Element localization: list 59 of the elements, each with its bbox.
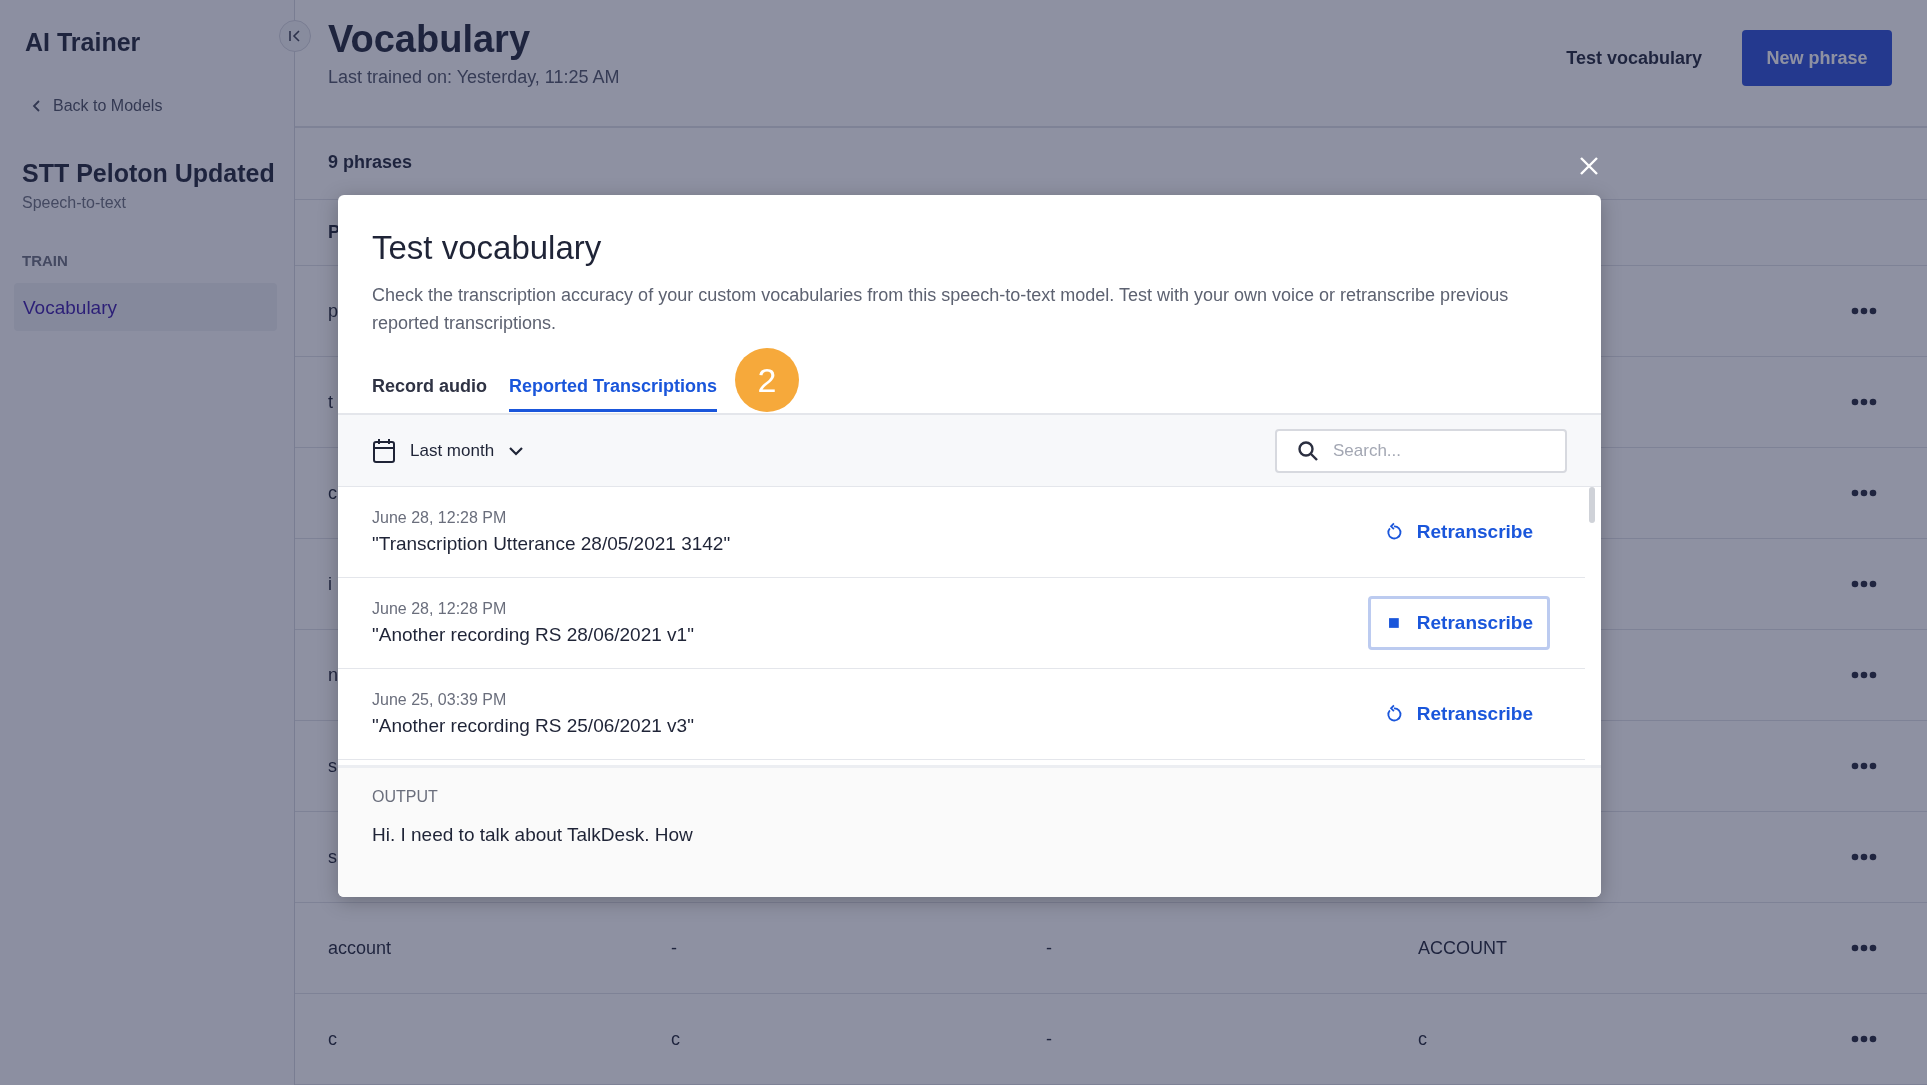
scrollbar-thumb[interactable] [1589,487,1595,523]
table-cell-text: ACCOUNT [1418,937,1508,959]
date-filter-dropdown[interactable]: Last month [372,437,525,464]
model-name: STT Peloton Updated [22,159,275,188]
more-icon [1851,671,1877,679]
model-type: Speech-to-text [22,194,127,212]
transcription-text: "Another recording RS 28/06/2021 v1" [372,624,694,646]
back-link[interactable]: Back to Models [32,97,163,115]
sidebar-item[interactable]: Vocabulary [14,283,277,331]
more-icon [1851,398,1877,406]
dialog-description: Check the transcription accuracy of your custom vocabularies from this speech-to-text model. Test with your own voice or retranscribe previous reported transcriptions. [372,284,1510,335]
close-icon [1579,156,1599,176]
chevron-down-icon [508,445,525,456]
table-cell-text: t [328,391,334,413]
more-icon [1851,944,1877,952]
table-cell-text: - [671,937,678,959]
table-cell-text: c [328,1028,338,1050]
table-cell-text: s [328,755,338,777]
collapse-icon [288,29,302,43]
table-cell-text: account [328,937,393,959]
table-cell-text: c [1418,1028,1428,1050]
table-cell-text: - [1046,937,1053,959]
step-badge: 2 [735,348,800,412]
dialog-title: Test vocabulary [372,229,603,267]
table-cell-text: c [328,482,338,504]
more-icon [1851,762,1877,770]
section-label: TRAIN [22,252,68,269]
more-icon [1851,307,1877,315]
transcription-text: "Transcription Utterance 28/05/2021 3142" [372,533,731,555]
output-label: OUTPUT [372,788,439,806]
more-icon [1851,580,1877,588]
more-icon [1851,489,1877,497]
transcription-date: June 25, 03:39 PM [372,691,508,709]
test-vocabulary-button[interactable]: Test vocabulary [1560,30,1708,86]
table-cell-text: i [328,573,333,595]
collapse-button[interactable] [279,20,311,52]
table-cell-text: p [328,300,339,322]
table-cell-text: s [328,846,338,868]
app-title: AI Trainer [25,28,141,57]
retranscribe-button[interactable]: Retranscribe [1368,687,1550,741]
transcription-text: "Another recording RS 25/06/2021 v3" [372,715,694,737]
tab[interactable]: Record audio [372,358,487,412]
retranscribe-button[interactable]: Retranscribe [1368,596,1550,650]
more-icon [1851,853,1877,861]
tab[interactable]: Reported Transcriptions [509,358,718,412]
chevron-left-icon [32,99,42,113]
output-text: Hi. I need to talk about TalkDesk. How [372,824,694,846]
retranscribe-button[interactable]: Retranscribe [1368,505,1550,559]
transcription-date: June 28, 12:28 PM [372,600,508,618]
calendar-icon [372,437,396,464]
table-cell-text: n [328,664,339,686]
table-cell-text: c [671,1028,681,1050]
transcription-date: June 28, 12:28 PM [372,509,508,527]
search-field[interactable]: Search... [1275,428,1567,473]
last-trained-text: Last trained on: Yesterday, 11:25 AM [328,67,620,88]
table-cell-text: - [1046,1028,1053,1050]
more-icon [1851,1035,1877,1043]
page-title: Vocabulary [328,18,532,61]
new-phrase-button[interactable]: New phrase [1742,30,1892,86]
